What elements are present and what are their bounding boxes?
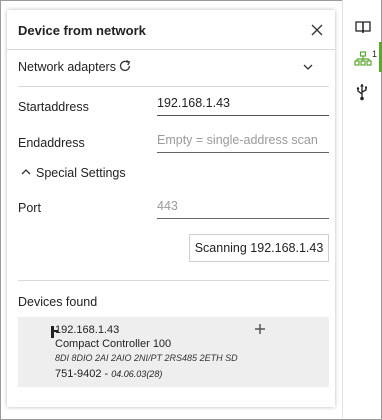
- device-article-number: 751-9402: [55, 368, 102, 380]
- book-icon[interactable]: [354, 19, 372, 35]
- usb-icon[interactable]: [355, 83, 369, 101]
- divider: [18, 86, 329, 87]
- close-icon[interactable]: [307, 20, 327, 40]
- port-input[interactable]: 443: [157, 199, 329, 219]
- device-from-network-dialog: Device from network Network adapters Sta…: [7, 10, 335, 407]
- device-article: 751-9402 - 04.06.03(28): [55, 368, 162, 380]
- port-label: Port: [18, 201, 41, 215]
- refresh-icon[interactable]: [118, 59, 132, 73]
- plus-icon[interactable]: [253, 322, 267, 336]
- devices-found-label: Devices found: [18, 295, 98, 309]
- special-settings-toggle[interactable]: Special Settings: [36, 166, 126, 180]
- chevron-up-icon[interactable]: [19, 166, 33, 178]
- start-address-input[interactable]: 192.168.1.43: [157, 96, 329, 116]
- dialog-header: Device from network: [7, 10, 335, 50]
- end-address-label: Endaddress: [18, 136, 85, 150]
- dialog-title: Device from network: [18, 23, 146, 38]
- device-separator: -: [101, 368, 112, 380]
- device-ip: 192.168.1.43: [55, 324, 120, 336]
- start-address-label: Startaddress: [18, 100, 89, 114]
- scan-button[interactable]: Scanning 192.168.1.43: [189, 234, 329, 262]
- end-address-input[interactable]: Empty = single-address scan: [157, 133, 329, 153]
- network-badge: 1: [372, 49, 378, 59]
- divider: [18, 280, 329, 281]
- network-icon[interactable]: [354, 51, 372, 67]
- network-adapters-label: Network adapters: [18, 60, 116, 74]
- device-version: 04.06.03(28): [111, 369, 163, 379]
- chevron-down-icon[interactable]: [301, 61, 315, 73]
- device-spec: 8DI 8DIO 2AI 2AIO 2NI/PT 2RS485 2ETH SD: [55, 353, 238, 363]
- device-name: Compact Controller 100: [55, 338, 172, 350]
